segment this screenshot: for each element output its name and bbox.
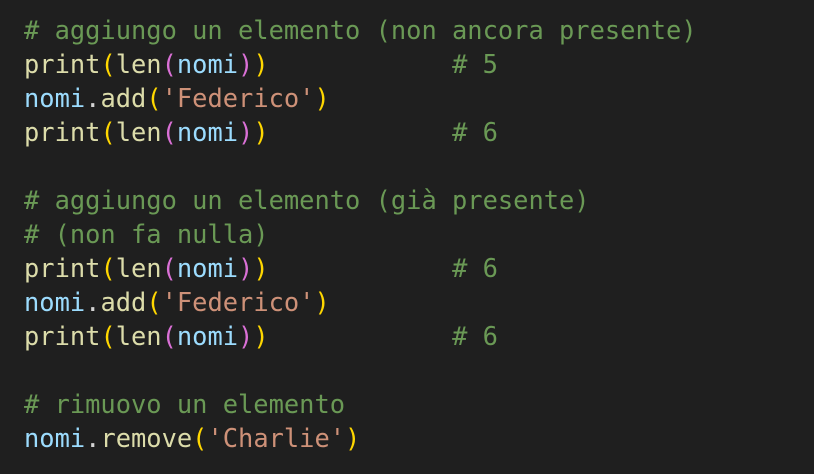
- code-line: # (non fa nulla): [24, 217, 814, 251]
- code-line: # aggiungo un elemento (già presente): [24, 183, 814, 217]
- code-comment: # (non fa nulla): [24, 219, 269, 249]
- function-name: len: [115, 49, 162, 79]
- variable-name: nomi: [176, 253, 239, 283]
- code-comment: # 6: [452, 253, 498, 283]
- variable-name: nomi: [24, 423, 86, 453]
- code-text: .: [85, 83, 101, 113]
- bracket: (: [100, 253, 116, 283]
- bracket: ): [238, 253, 254, 283]
- code-line: print(len(nomi)) # 6: [24, 115, 814, 149]
- bracket: (: [100, 321, 116, 351]
- function-name: print: [24, 117, 101, 147]
- code-line: print(len(nomi)) # 6: [24, 319, 814, 353]
- bracket: (: [161, 117, 177, 147]
- bracket: (: [161, 253, 177, 283]
- bracket: ): [253, 321, 269, 351]
- bracket: ): [345, 423, 361, 453]
- string-literal: 'Federico': [161, 287, 315, 317]
- bracket: ): [253, 49, 269, 79]
- function-name: len: [115, 321, 162, 351]
- bracket: ): [238, 49, 254, 79]
- code-line: print(len(nomi)) # 6: [24, 251, 814, 285]
- bracket: (: [192, 423, 208, 453]
- code-comment: # aggiungo un elemento (già presente): [24, 185, 590, 215]
- function-name: print: [24, 321, 101, 351]
- code-line: # rimuovo un elemento: [24, 387, 814, 421]
- variable-name: nomi: [176, 117, 239, 147]
- code-line: print(len(nomi)) # 5: [24, 47, 814, 81]
- code-comment: # 5: [452, 49, 498, 79]
- bracket: ): [253, 253, 269, 283]
- code-comment: # 6: [452, 117, 498, 147]
- bracket: ): [314, 83, 330, 113]
- code-editor[interactable]: # aggiungo un elemento (non ancora prese…: [0, 0, 814, 474]
- variable-name: nomi: [24, 83, 86, 113]
- code-comment: # aggiungo un elemento (non ancora prese…: [24, 15, 697, 45]
- code-line: # aggiungo un elemento (non ancora prese…: [24, 13, 814, 47]
- bracket: (: [161, 49, 177, 79]
- bracket: ): [238, 321, 254, 351]
- function-name: len: [115, 253, 162, 283]
- bracket: (: [100, 49, 116, 79]
- function-name: len: [115, 117, 162, 147]
- function-name: add: [100, 287, 147, 317]
- code-comment: # rimuovo un elemento: [24, 389, 346, 419]
- function-name: add: [100, 83, 147, 113]
- variable-name: nomi: [176, 49, 239, 79]
- code-comment: # 6: [452, 321, 498, 351]
- code-text: .: [85, 423, 101, 453]
- string-literal: 'Federico': [161, 83, 315, 113]
- string-literal: 'Charlie': [207, 423, 346, 453]
- bracket: (: [146, 287, 162, 317]
- code-line: nomi.add('Federico'): [24, 285, 814, 319]
- function-name: print: [24, 49, 101, 79]
- function-name: remove: [100, 423, 193, 453]
- bracket: (: [161, 321, 177, 351]
- function-name: print: [24, 253, 101, 283]
- bracket: ): [238, 117, 254, 147]
- code-text: .: [85, 287, 101, 317]
- variable-name: nomi: [24, 287, 86, 317]
- code-line: nomi.add('Federico'): [24, 81, 814, 115]
- code-line: nomi.remove('Charlie'): [24, 421, 814, 455]
- bracket: (: [146, 83, 162, 113]
- bracket: ): [253, 117, 269, 147]
- bracket: ): [314, 287, 330, 317]
- variable-name: nomi: [176, 321, 239, 351]
- bracket: (: [100, 117, 116, 147]
